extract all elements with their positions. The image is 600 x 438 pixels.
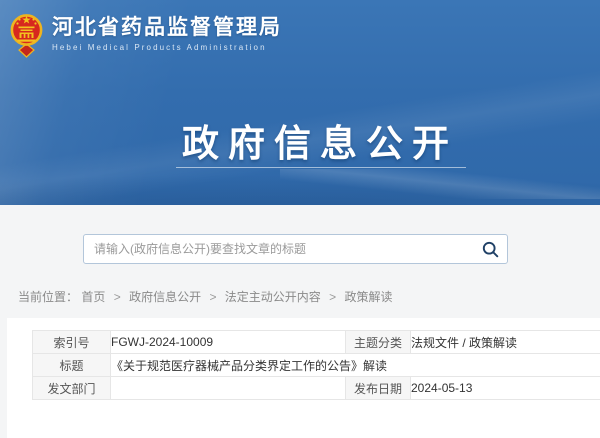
index-number-label: 索引号 — [33, 331, 111, 354]
doc-title-value: 《关于规范医疗器械产品分类界定工作的公告》解读 — [111, 354, 600, 377]
breadcrumb-separator: > — [209, 290, 216, 304]
table-row: 标题 《关于规范医疗器械产品分类界定工作的公告》解读 — [33, 354, 600, 377]
site-logo[interactable]: 河北省药品监督管理局 Hebei Medical Products Admini… — [10, 10, 282, 58]
table-row: 索引号 FGWJ-2024-10009 主题分类 法规文件 / 政策解读 — [33, 331, 600, 354]
china-national-emblem-icon — [10, 10, 43, 58]
site-header: 河北省药品监督管理局 Hebei Medical Products Admini… — [0, 0, 600, 205]
search-icon — [482, 241, 499, 258]
issuing-dept-value — [111, 377, 346, 400]
breadcrumb: 当前位置： 首页 > 政府信息公开 > 法定主动公开内容 > 政策解读 — [18, 288, 393, 305]
topic-category-label: 主题分类 — [346, 331, 411, 354]
breadcrumb-separator: > — [114, 290, 121, 304]
banner-light-streak — [280, 169, 600, 199]
issuing-dept-label: 发文部门 — [33, 377, 111, 400]
breadcrumb-item-statutory-disclosure[interactable]: 法定主动公开内容 — [225, 290, 321, 304]
doc-title-label: 标题 — [33, 354, 111, 377]
breadcrumb-item-policy-interpretation: 政策解读 — [345, 290, 393, 304]
breadcrumb-separator: > — [329, 290, 336, 304]
agency-title-block: 河北省药品监督管理局 Hebei Medical Products Admini… — [52, 10, 282, 52]
agency-name-cn: 河北省药品监督管理局 — [52, 16, 282, 40]
topic-category-value: 法规文件 / 政策解读 — [411, 331, 600, 354]
search-input[interactable] — [84, 235, 473, 263]
breadcrumb-item-home[interactable]: 首页 — [81, 290, 105, 304]
publish-date-label: 发布日期 — [346, 377, 411, 400]
agency-name-en: Hebei Medical Products Administration — [52, 43, 282, 52]
search-button[interactable] — [473, 235, 507, 263]
document-info-table: 索引号 FGWJ-2024-10009 主题分类 法规文件 / 政策解读 标题 … — [32, 330, 600, 400]
content-card: 索引号 FGWJ-2024-10009 主题分类 法规文件 / 政策解读 标题 … — [7, 318, 600, 438]
page-title: 政府信息公开 — [182, 113, 458, 167]
publish-date-value: 2024-05-13 — [411, 377, 600, 400]
search-box — [83, 234, 508, 264]
banner-underline — [176, 167, 466, 168]
table-row: 发文部门 发布日期 2024-05-13 — [33, 377, 600, 400]
breadcrumb-prefix: 当前位置： — [18, 290, 78, 304]
index-number-value: FGWJ-2024-10009 — [111, 331, 346, 354]
breadcrumb-item-info-disclosure[interactable]: 政府信息公开 — [129, 290, 201, 304]
